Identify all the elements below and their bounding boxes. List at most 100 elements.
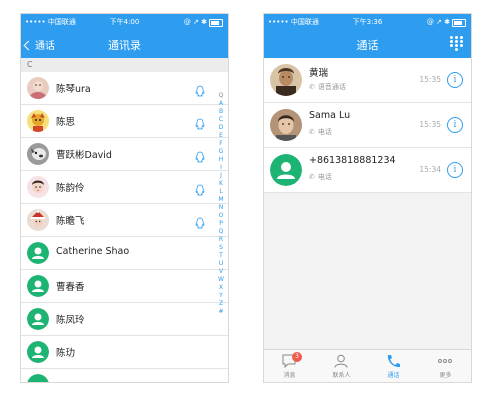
index-letter[interactable]: U <box>216 260 226 268</box>
tab-contacts[interactable]: 联系人 <box>316 350 367 382</box>
default-avatar-icon <box>27 308 49 330</box>
battery-icon <box>209 19 223 27</box>
index-letter[interactable]: M <box>216 196 226 204</box>
contact-name: 陈思 <box>56 117 76 128</box>
contact-row[interactable]: 陈凤玲 <box>21 303 228 336</box>
contact-name: 陈凤玲 <box>56 315 85 326</box>
index-letter[interactable]: V <box>216 268 226 276</box>
default-avatar-icon <box>27 275 49 297</box>
avatar <box>27 209 49 231</box>
index-letter[interactable]: L <box>216 188 226 196</box>
page-title: 通话 <box>356 39 379 52</box>
avatar <box>27 143 49 165</box>
qq-penguin-icon[interactable] <box>195 214 205 229</box>
index-letter[interactable]: J <box>216 172 226 180</box>
call-type: ✆ 语音通话 <box>309 82 346 92</box>
alphabet-index[interactable]: Q A B C D E F G H I J K L M N O P Q R S T U V W X Y Z # <box>216 92 226 316</box>
tab-calls[interactable]: 通话 <box>368 350 419 382</box>
contact-name: 陈瞻飞 <box>56 216 85 227</box>
call-type-label: 语音通话 <box>317 83 346 91</box>
contact-row[interactable]: 陈瞻飞 <box>21 204 228 237</box>
info-icon[interactable]: i <box>447 72 463 88</box>
calls-screen: ••••• 中国联通 下午3:36 @ ↗ ✱ 通话 黄瑞 ✆ 语音通话 15:3… <box>263 13 472 383</box>
index-letter[interactable]: O <box>216 212 226 220</box>
phone-handset-icon <box>387 355 400 368</box>
index-letter[interactable]: S <box>216 244 226 252</box>
index-letter[interactable]: G <box>216 148 226 156</box>
contact-name: 曹跃彬David <box>56 150 112 161</box>
contact-row[interactable]: 陈琴ura <box>21 72 228 105</box>
default-avatar-icon <box>27 242 49 264</box>
dialpad-icon[interactable] <box>450 36 464 51</box>
index-letter[interactable]: D <box>216 124 226 132</box>
caller-name: 黄瑞 <box>309 68 329 79</box>
contact-name: 陈韵伶 <box>56 183 85 194</box>
index-letter[interactable]: X <box>216 284 226 292</box>
index-letter[interactable]: E <box>216 132 226 140</box>
battery-icon <box>452 19 466 27</box>
index-letter[interactable]: R <box>216 236 226 244</box>
contact-list: 陈琴ura 陈思 曹跃彬David 陈韵伶 陈瞻飞 Catherine Shao… <box>21 72 228 382</box>
tab-messages[interactable]: 3 消息 <box>264 350 315 382</box>
call-list: 黄瑞 ✆ 语音通话 15:35 i Sama Lu ✆ 电话 15:35 i +86… <box>264 58 471 193</box>
unread-badge: 3 <box>292 352 302 362</box>
index-letter[interactable]: Z <box>216 300 226 308</box>
call-type-label: 电话 <box>317 128 332 136</box>
contact-row[interactable]: Catherine Shao <box>21 237 228 270</box>
index-letter[interactable]: K <box>216 180 226 188</box>
contact-row[interactable]: 曹跃彬David <box>21 138 228 171</box>
contact-row[interactable]: 陈玏 <box>21 336 228 369</box>
index-letter[interactable]: W <box>216 276 226 284</box>
contact-row[interactable]: 陈思 <box>21 105 228 138</box>
status-bar: ••••• 中国联通 下午3:36 @ ↗ ✱ <box>264 14 471 30</box>
qq-penguin-icon[interactable] <box>195 115 205 130</box>
phone-icon: ✆ <box>309 83 315 91</box>
index-letter[interactable]: T <box>216 252 226 260</box>
avatar <box>270 64 302 96</box>
page-title: 通讯录 <box>108 39 141 52</box>
contact-name: 陈琴ura <box>56 84 91 95</box>
call-row[interactable]: 黄瑞 ✆ 语音通话 15:35 i <box>264 58 471 103</box>
nav-bar: 通话 <box>264 30 471 58</box>
contact-name: 陈玏 <box>56 348 76 359</box>
call-row[interactable]: +8613818881234 ✆ 电话 15:34 i <box>264 148 471 193</box>
index-letter[interactable]: F <box>216 140 226 148</box>
index-letter[interactable]: I <box>216 164 226 172</box>
phone-icon: ✆ <box>309 128 315 136</box>
index-letter[interactable]: N <box>216 204 226 212</box>
contact-row[interactable]: 曹春香 <box>21 270 228 303</box>
call-type-label: 电话 <box>317 173 332 181</box>
qq-penguin-icon[interactable] <box>195 181 205 196</box>
contact-row[interactable] <box>21 369 228 382</box>
avatar <box>27 176 49 198</box>
call-type: ✆ 电话 <box>309 172 332 182</box>
qq-penguin-icon[interactable] <box>195 148 205 163</box>
nav-bar: 通话 通讯录 <box>21 30 228 58</box>
index-letter[interactable]: B <box>216 108 226 116</box>
index-letter[interactable]: A <box>216 100 226 108</box>
tab-bar: 3 消息 联系人 通话 更多 <box>264 349 471 382</box>
index-letter[interactable]: C <box>216 116 226 124</box>
contact-name: 曹春香 <box>56 282 85 293</box>
index-letter[interactable]: H <box>216 156 226 164</box>
index-letter[interactable]: # <box>216 308 226 316</box>
contact-name: Catherine Shao <box>56 246 130 257</box>
index-letter[interactable]: Q <box>216 228 226 236</box>
tab-label: 通话 <box>387 372 400 379</box>
info-icon[interactable]: i <box>447 117 463 133</box>
call-row[interactable]: Sama Lu ✆ 电话 15:35 i <box>264 103 471 148</box>
tab-more[interactable]: 更多 <box>420 350 471 382</box>
qq-penguin-icon[interactable] <box>195 82 205 97</box>
tab-label: 更多 <box>439 372 452 379</box>
section-header: C <box>21 58 228 72</box>
index-search-icon[interactable]: Q <box>216 92 226 100</box>
status-icons: @ ↗ ✱ <box>183 18 207 26</box>
call-time: 15:35 <box>419 120 441 129</box>
default-avatar-icon <box>27 341 49 363</box>
more-dots-icon <box>438 359 452 363</box>
call-type: ✆ 电话 <box>309 127 332 137</box>
info-icon[interactable]: i <box>447 162 463 178</box>
index-letter[interactable]: P <box>216 220 226 228</box>
index-letter[interactable]: Y <box>216 292 226 300</box>
contact-row[interactable]: 陈韵伶 <box>21 171 228 204</box>
